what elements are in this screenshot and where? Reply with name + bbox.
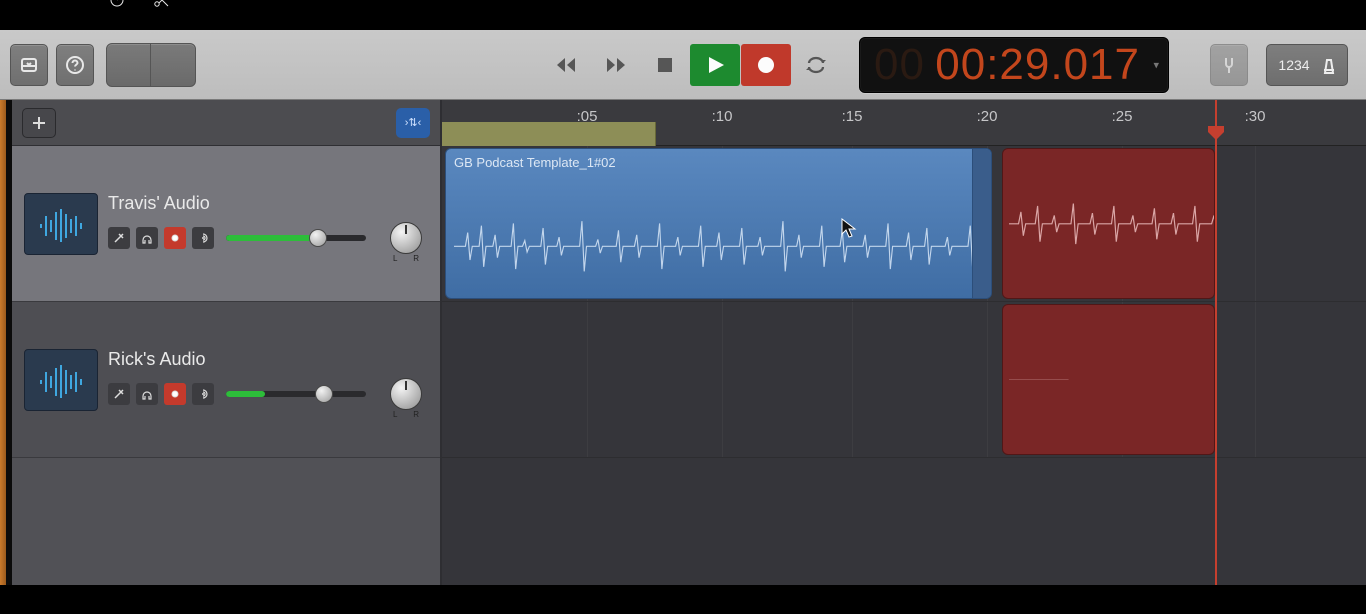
stop-icon bbox=[654, 54, 676, 76]
recording-region[interactable] bbox=[1002, 148, 1215, 299]
cycle-button[interactable] bbox=[791, 44, 841, 86]
record-enable-button[interactable] bbox=[164, 383, 186, 405]
ruler-tick: :20 bbox=[977, 108, 998, 125]
region-title: GB Podcast Template_1#02 bbox=[446, 149, 991, 176]
app-window: 00 00:29.017 ▾ 1234 › bbox=[0, 30, 1366, 585]
track-icon bbox=[24, 349, 98, 411]
tuning-fork-icon bbox=[1219, 55, 1239, 75]
loop-handle-icon[interactable] bbox=[975, 169, 987, 181]
forward-button[interactable] bbox=[590, 44, 640, 86]
rewind-button[interactable] bbox=[540, 44, 590, 86]
plus-icon bbox=[31, 115, 47, 131]
ruler-tick: :25 bbox=[1112, 108, 1133, 125]
waveform-icon bbox=[37, 362, 85, 398]
metronome-icon bbox=[1318, 56, 1336, 74]
track-lane[interactable] bbox=[442, 302, 1366, 458]
tracks-lane: GB Podcast Template_1#02 bbox=[442, 146, 1366, 458]
pan-labels: LR bbox=[391, 410, 421, 419]
cycle-icon bbox=[805, 54, 827, 76]
track-name: Travis' Audio bbox=[108, 193, 428, 214]
track-row[interactable]: Rick's Audio LR bbox=[12, 302, 440, 458]
ruler-tick: :05 bbox=[577, 108, 598, 125]
ruler[interactable]: :05 :10 :15 :20 :25 :30 bbox=[442, 100, 1366, 146]
play-button[interactable] bbox=[690, 44, 740, 86]
pan-knob[interactable]: LR bbox=[390, 222, 422, 254]
question-icon bbox=[65, 55, 85, 75]
record-button[interactable] bbox=[741, 44, 791, 86]
tempo-display[interactable]: 1234 bbox=[1266, 44, 1348, 86]
workspace: ›⇅‹ Travis' Audio bbox=[0, 100, 1366, 585]
cycle-region[interactable] bbox=[442, 122, 656, 146]
volume-slider[interactable] bbox=[226, 391, 366, 397]
time-value: 00:29.017 bbox=[935, 40, 1140, 90]
tuner-button[interactable] bbox=[1210, 44, 1248, 86]
chevron-down-icon[interactable]: ▾ bbox=[1153, 58, 1160, 71]
track-icon bbox=[24, 193, 98, 255]
input-icon bbox=[197, 232, 209, 244]
tracks-header: ›⇅‹ bbox=[12, 100, 440, 146]
tracks-panel: ›⇅‹ Travis' Audio bbox=[12, 100, 442, 585]
quick-help-button[interactable] bbox=[56, 44, 94, 86]
automation-button[interactable]: ›⇅‹ bbox=[396, 108, 430, 138]
pan-knob[interactable]: LR bbox=[390, 378, 422, 410]
toolbar: 00 00:29.017 ▾ 1234 bbox=[0, 30, 1366, 100]
recording-region[interactable] bbox=[1002, 304, 1215, 455]
time-display[interactable]: 00 00:29.017 ▾ bbox=[859, 37, 1169, 93]
waveform-icon bbox=[37, 206, 85, 242]
ruler-tick: :10 bbox=[712, 108, 733, 125]
pan-labels: LR bbox=[391, 254, 421, 263]
waveform bbox=[454, 212, 992, 281]
forward-icon bbox=[604, 54, 626, 76]
input-monitor-button[interactable] bbox=[192, 383, 214, 405]
toolbar-right: 1234 bbox=[1210, 44, 1348, 86]
editors-button[interactable] bbox=[151, 44, 195, 86]
tray-icon bbox=[19, 55, 39, 75]
ruler-tick: :30 bbox=[1245, 108, 1266, 125]
input-monitor-button[interactable] bbox=[192, 227, 214, 249]
ruler-tick: :15 bbox=[842, 108, 863, 125]
track-lane[interactable]: GB Podcast Template_1#02 bbox=[442, 146, 1366, 302]
input-icon bbox=[197, 388, 209, 400]
track-controls: LR bbox=[108, 222, 428, 254]
mute-button[interactable] bbox=[108, 383, 130, 405]
record-icon bbox=[755, 54, 777, 76]
solo-button[interactable] bbox=[136, 383, 158, 405]
transport-controls: 00 00:29.017 ▾ bbox=[540, 37, 1169, 93]
track-controls: LR bbox=[108, 378, 428, 410]
play-icon bbox=[704, 54, 726, 76]
smart-controls-button[interactable] bbox=[107, 44, 151, 86]
track-name: Rick's Audio bbox=[108, 349, 428, 370]
waveform bbox=[1009, 372, 1069, 387]
waveform bbox=[1009, 194, 1215, 254]
rewind-icon bbox=[554, 54, 576, 76]
stop-button[interactable] bbox=[640, 44, 690, 86]
editor-group bbox=[106, 43, 196, 87]
record-enable-button[interactable] bbox=[164, 227, 186, 249]
volume-slider[interactable] bbox=[226, 235, 366, 241]
solo-button[interactable] bbox=[136, 227, 158, 249]
time-ghost: 00 bbox=[874, 40, 925, 90]
mute-button[interactable] bbox=[108, 227, 130, 249]
rec-dot-icon bbox=[169, 232, 181, 244]
tempo-value: 1234 bbox=[1278, 57, 1309, 73]
automation-icon: ›⇅‹ bbox=[405, 116, 422, 129]
library-button[interactable] bbox=[10, 44, 48, 86]
track-row[interactable]: Travis' Audio LR bbox=[12, 146, 440, 302]
headphones-icon bbox=[141, 232, 153, 244]
headphones-icon bbox=[141, 388, 153, 400]
mute-icon bbox=[113, 232, 125, 244]
audio-region[interactable]: GB Podcast Template_1#02 bbox=[445, 148, 992, 299]
rec-dot-icon bbox=[169, 388, 181, 400]
timeline[interactable]: :05 :10 :15 :20 :25 :30 GB Podcast Templ bbox=[442, 100, 1366, 585]
add-track-button[interactable] bbox=[22, 108, 56, 138]
mute-icon bbox=[113, 388, 125, 400]
